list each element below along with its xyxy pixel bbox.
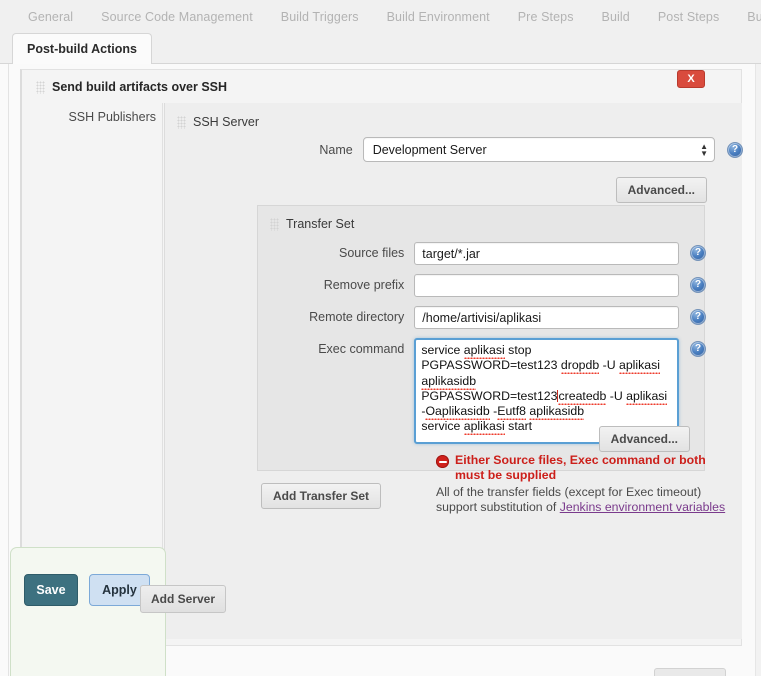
help-icon-exec-command[interactable]: ? bbox=[690, 341, 706, 357]
tab-post-build-actions[interactable]: Post-build Actions bbox=[12, 33, 152, 64]
ssh-server-title-label: SSH Server bbox=[193, 115, 259, 129]
validation-error: Either Source files, Exec command or bot… bbox=[436, 453, 736, 482]
exec-command-label: Exec command bbox=[318, 342, 405, 356]
jenkins-job-config-page: General Source Code Management Build Tri… bbox=[0, 0, 761, 676]
bottom-partial-button[interactable] bbox=[654, 668, 726, 676]
ssh-server-name-value: Development Server bbox=[372, 142, 487, 157]
config-tabbar: General Source Code Management Build Tri… bbox=[0, 0, 761, 34]
config-tab-list: General Source Code Management Build Tri… bbox=[0, 0, 761, 34]
tab-general[interactable]: General bbox=[14, 10, 87, 24]
tab-build-environment[interactable]: Build Environment bbox=[373, 10, 504, 24]
error-icon bbox=[436, 455, 449, 468]
transfer-set-advanced-button[interactable]: Advanced... bbox=[598, 426, 690, 452]
exec-command-line-3: PGPASSWORD=test123createdb -U aplikasi -… bbox=[421, 388, 671, 421]
chevron-updown-icon[interactable]: ▲ ▼ bbox=[700, 142, 708, 157]
help-icon-remove-prefix[interactable]: ? bbox=[690, 277, 706, 293]
remove-prefix-input[interactable] bbox=[414, 274, 679, 297]
drag-grip-icon[interactable] bbox=[270, 217, 279, 231]
ssh-server-advanced-button[interactable]: Advanced... bbox=[615, 177, 707, 203]
publisher-title-label: Send build artifacts over SSH bbox=[52, 80, 228, 94]
tab-build-settings[interactable]: Build Settings bbox=[733, 10, 761, 24]
ssh-server-name-select[interactable]: Development Server ▲ ▼ bbox=[362, 137, 715, 162]
drag-grip-icon[interactable] bbox=[177, 115, 186, 129]
save-button[interactable]: Save bbox=[24, 574, 78, 606]
config-tabbar-second-row: Post-build Actions bbox=[0, 33, 761, 64]
exec-command-line-1: service aplikasi stop bbox=[421, 343, 532, 359]
exec-command-line-2: PGPASSWORD=test123 dropdb -U aplikasi ap… bbox=[421, 358, 661, 390]
tab-build-triggers[interactable]: Build Triggers bbox=[267, 10, 373, 24]
transfer-hint-text: All of the transfer fields (except for E… bbox=[436, 485, 736, 515]
left-rail bbox=[0, 64, 9, 676]
remove-prefix-row: Remove prefix ? bbox=[258, 274, 706, 297]
remove-publisher-button[interactable]: X bbox=[677, 70, 705, 88]
ssh-server-title: SSH Server bbox=[177, 115, 259, 129]
tab-source-code-management[interactable]: Source Code Management bbox=[87, 10, 267, 24]
drag-grip-icon[interactable] bbox=[36, 80, 45, 94]
ssh-publishers-label: SSH Publishers bbox=[68, 110, 156, 124]
transfer-set-block: Transfer Set Source files target/*.jar ?… bbox=[257, 205, 725, 514]
remote-directory-label: Remote directory bbox=[309, 310, 405, 324]
publisher-title: Send build artifacts over SSH bbox=[36, 80, 227, 94]
remote-directory-row: Remote directory /home/artivisi/aplikasi… bbox=[258, 306, 706, 329]
transfer-set-title: Transfer Set bbox=[270, 217, 354, 231]
add-transfer-set-button[interactable]: Add Transfer Set bbox=[261, 483, 382, 509]
source-files-value: target/*.jar bbox=[422, 246, 480, 261]
remove-prefix-label: Remove prefix bbox=[323, 278, 405, 292]
right-edge-strip bbox=[755, 64, 761, 676]
tab-post-steps[interactable]: Post Steps bbox=[644, 10, 733, 24]
tab-pre-steps[interactable]: Pre Steps bbox=[504, 10, 588, 24]
add-server-button[interactable]: Add Server bbox=[140, 585, 227, 613]
ssh-server-name-label: Name bbox=[319, 142, 353, 157]
ssh-server-block: SSH Server Name Development Server ▲ ▼ ? … bbox=[164, 103, 743, 639]
source-files-input[interactable]: target/*.jar bbox=[414, 242, 679, 265]
remote-directory-input[interactable]: /home/artivisi/aplikasi bbox=[414, 306, 679, 329]
help-icon-remote-directory[interactable]: ? bbox=[690, 309, 706, 325]
ssh-server-name-row: Name Development Server ▲ ▼ ? bbox=[165, 137, 743, 162]
validation-error-text: Either Source files, Exec command or bot… bbox=[455, 453, 706, 482]
jenkins-environment-variables-link[interactable]: Jenkins environment variables bbox=[560, 500, 725, 514]
help-icon-ssh-server-name[interactable]: ? bbox=[727, 141, 743, 158]
source-files-row: Source files target/*.jar ? bbox=[258, 242, 706, 265]
help-icon-source-files[interactable]: ? bbox=[690, 245, 706, 261]
remote-directory-value: /home/artivisi/aplikasi bbox=[422, 310, 542, 325]
tab-build[interactable]: Build bbox=[588, 10, 644, 24]
transfer-set-title-label: Transfer Set bbox=[286, 217, 355, 231]
source-files-label: Source files bbox=[338, 246, 405, 260]
